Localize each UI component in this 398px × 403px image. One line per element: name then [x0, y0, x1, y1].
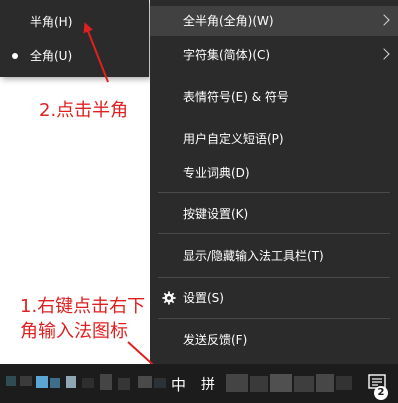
ime-context-menu: 全半角(全角)(W) 字符集(简体)(C) 表情符号(E) & 符号 用户自定义… [150, 0, 398, 364]
menu-item-label: 字符集(简体)(C) [183, 48, 271, 62]
submenu-item-label: 全角(U) [30, 49, 73, 63]
blurred-tray-icon [66, 376, 76, 388]
menu-item-half-full-width[interactable]: 全半角(全角)(W) [150, 6, 398, 36]
blurred-tray-icon [50, 378, 60, 388]
annotation-step1-line2: 角输入法图标 [20, 321, 128, 342]
menu-item-label: 设置(S) [183, 291, 224, 305]
taskbar: 中 拼 2 [0, 364, 398, 403]
menu-item-key-settings[interactable]: 按键设置(K) [150, 199, 398, 229]
blurred-tray-icon [294, 376, 314, 392]
notification-count-badge: 2 [374, 386, 388, 400]
menu-separator [158, 233, 390, 234]
half-full-width-submenu: 半角(H) 全角(U) [0, 0, 149, 77]
blurred-tray-icon [316, 374, 334, 392]
menu-item-emoji-symbols[interactable]: 表情符号(E) & 符号 [150, 82, 398, 112]
blurred-tray-icon [6, 376, 16, 386]
blurred-tray-icon [36, 376, 48, 388]
submenu-item-label: 半角(H) [30, 15, 73, 29]
blurred-tray-icon [226, 374, 248, 392]
blurred-tray-icon [118, 378, 130, 390]
blurred-tray-icon [270, 374, 292, 392]
menu-item-settings[interactable]: 设置(S) [150, 283, 398, 313]
menu-separator [158, 277, 390, 278]
blurred-tray-icon [154, 378, 166, 388]
blurred-tray-icon [138, 376, 152, 388]
annotation-step2: 2.点击半角 [39, 100, 129, 121]
menu-item-label: 全半角(全角)(W) [183, 14, 274, 28]
blurred-tray-icon [336, 376, 352, 390]
selected-dot-icon [12, 53, 18, 59]
chevron-right-icon [378, 14, 390, 26]
menu-separator [158, 192, 390, 193]
menu-item-user-phrases[interactable]: 用户自定义短语(P) [150, 124, 398, 154]
ime-mode-indicator[interactable]: 中 [171, 374, 186, 395]
submenu-item-full-width[interactable]: 全角(U) [0, 41, 149, 71]
menu-item-charset[interactable]: 字符集(简体)(C) [150, 40, 398, 70]
menu-separator [158, 318, 390, 319]
blurred-tray-icon [20, 376, 32, 386]
chevron-right-icon [378, 48, 390, 60]
annotation-step1-line1: 1.右键点击右下 [20, 296, 146, 317]
blurred-tray-icon [82, 378, 94, 388]
blurred-tray-icon [250, 376, 268, 392]
menu-item-toggle-toolbar[interactable]: 显示/隐藏输入法工具栏(T) [150, 241, 398, 271]
menu-item-label: 表情符号(E) & 符号 [183, 90, 289, 104]
ime-icon[interactable]: 拼 [201, 374, 215, 394]
submenu-item-half-width[interactable]: 半角(H) [0, 7, 149, 37]
menu-item-label: 显示/隐藏输入法工具栏(T) [183, 249, 324, 263]
menu-item-label: 专业词典(D) [183, 166, 250, 180]
menu-item-label: 发送反馈(F) [183, 333, 248, 347]
menu-item-label: 用户自定义短语(P) [183, 132, 284, 146]
menu-item-feedback[interactable]: 发送反馈(F) [150, 325, 398, 355]
menu-item-dictionary[interactable]: 专业词典(D) [150, 158, 398, 188]
menu-item-label: 按键设置(K) [183, 207, 249, 221]
blurred-tray-icon [100, 374, 112, 390]
gear-icon [162, 291, 176, 305]
